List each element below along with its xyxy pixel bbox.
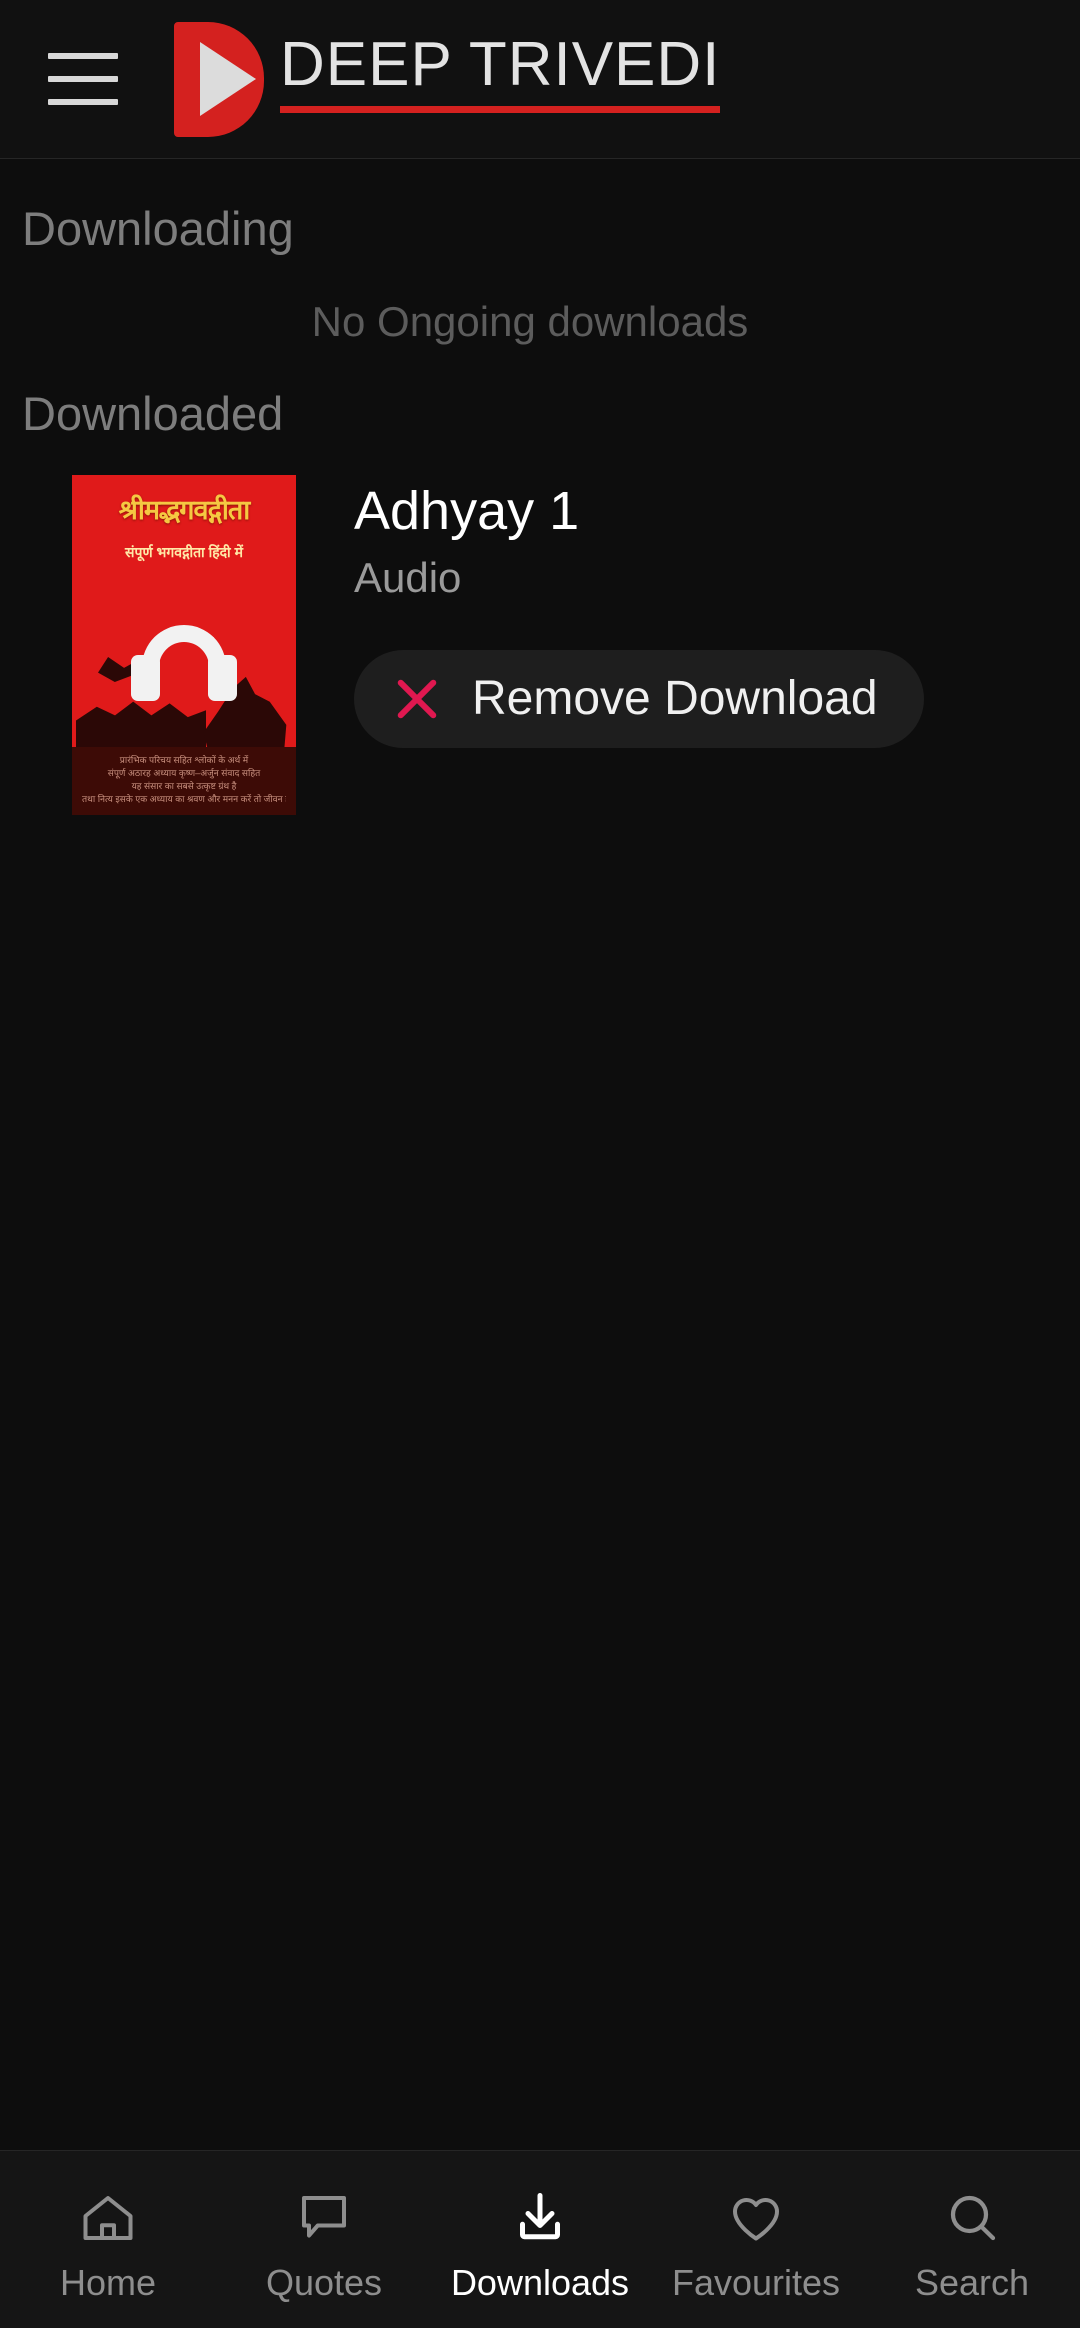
album-art-footer: प्रारंभिक परिचय सहित श्लोकों के अर्थ में… bbox=[72, 747, 296, 815]
download-item-type: Audio bbox=[354, 553, 462, 601]
download-icon bbox=[510, 2188, 570, 2248]
album-art-footer-line: तथा नित्य इसके एक अध्याय का श्रवण और मनन… bbox=[82, 794, 286, 805]
search-icon bbox=[942, 2188, 1002, 2248]
hamburger-bar bbox=[48, 76, 118, 82]
app-header: DEEP TRIVEDI bbox=[0, 0, 1080, 159]
album-art-footer-line: यह संसार का सबसे उत्कृष्ट ग्रंथ है bbox=[131, 781, 237, 792]
bottom-navigation-bar: Home Quotes Downloads Favourites Search bbox=[0, 2150, 1080, 2328]
hamburger-menu-icon[interactable] bbox=[48, 53, 118, 105]
list-item[interactable]: श्रीमद्भगवद्गीता संपूर्ण भगवद्गीता हिंदी… bbox=[0, 441, 1080, 815]
album-art-footer-line: संपूर्ण अठारह अध्याय कृष्ण–अर्जुन संवाद … bbox=[107, 768, 261, 779]
nav-label-home: Home bbox=[59, 2261, 157, 2303]
nav-item-home[interactable]: Home bbox=[0, 2151, 216, 2328]
download-item-info: Adhyay 1 Audio Remove Download bbox=[296, 475, 1080, 815]
hamburger-bar bbox=[48, 53, 118, 59]
album-art-thumbnail[interactable]: श्रीमद्भगवद्गीता संपूर्ण भगवद्गीता हिंदी… bbox=[72, 475, 296, 815]
downloaded-section-heading: Downloaded bbox=[22, 387, 284, 440]
brand-underline bbox=[280, 105, 721, 113]
headphone-cup-right bbox=[208, 655, 237, 701]
close-x-icon bbox=[394, 676, 440, 722]
nav-item-downloads[interactable]: Downloads bbox=[432, 2151, 648, 2328]
album-art-subtitle: संपूर्ण भगवद्गीता हिंदी में bbox=[125, 544, 243, 560]
page-title: DEEP TRIVEDI bbox=[280, 29, 721, 99]
headphone-cup-left bbox=[131, 655, 160, 701]
nav-label-quotes: Quotes bbox=[265, 2261, 383, 2303]
headphones-icon bbox=[131, 625, 237, 701]
nav-label-favourites: Favourites bbox=[671, 2261, 841, 2303]
brand-text-wrap: DEEP TRIVEDI bbox=[280, 22, 721, 113]
nav-item-quotes[interactable]: Quotes bbox=[216, 2151, 432, 2328]
album-art-footer-line: प्रारंभिक परिचय सहित श्लोकों के अर्थ में bbox=[119, 755, 249, 765]
nav-label-downloads: Downloads bbox=[450, 2261, 630, 2303]
app-screen: DEEP TRIVEDI Downloading No Ongoing down… bbox=[0, 0, 1080, 2328]
nav-label-search: Search bbox=[914, 2261, 1030, 2303]
nav-item-search[interactable]: Search bbox=[864, 2151, 1080, 2328]
play-logo-icon bbox=[174, 21, 264, 137]
logo-play-triangle bbox=[200, 41, 256, 116]
brand-logo[interactable]: DEEP TRIVEDI bbox=[174, 21, 721, 137]
downloads-content: Downloading No Ongoing downloads Downloa… bbox=[0, 159, 1080, 2150]
nav-item-favourites[interactable]: Favourites bbox=[648, 2151, 864, 2328]
heart-icon bbox=[726, 2188, 786, 2248]
download-item-title: Adhyay 1 bbox=[354, 481, 580, 541]
home-icon bbox=[78, 2188, 138, 2248]
remove-download-label: Remove Download bbox=[472, 672, 878, 726]
remove-download-button[interactable]: Remove Download bbox=[354, 649, 924, 748]
downloading-section-heading: Downloading bbox=[22, 202, 294, 255]
chat-icon bbox=[294, 2188, 354, 2248]
album-art-title: श्रीमद्भगवद्गीता bbox=[118, 495, 251, 525]
hamburger-bar bbox=[48, 99, 118, 105]
downloading-empty-message: No Ongoing downloads bbox=[311, 298, 749, 345]
